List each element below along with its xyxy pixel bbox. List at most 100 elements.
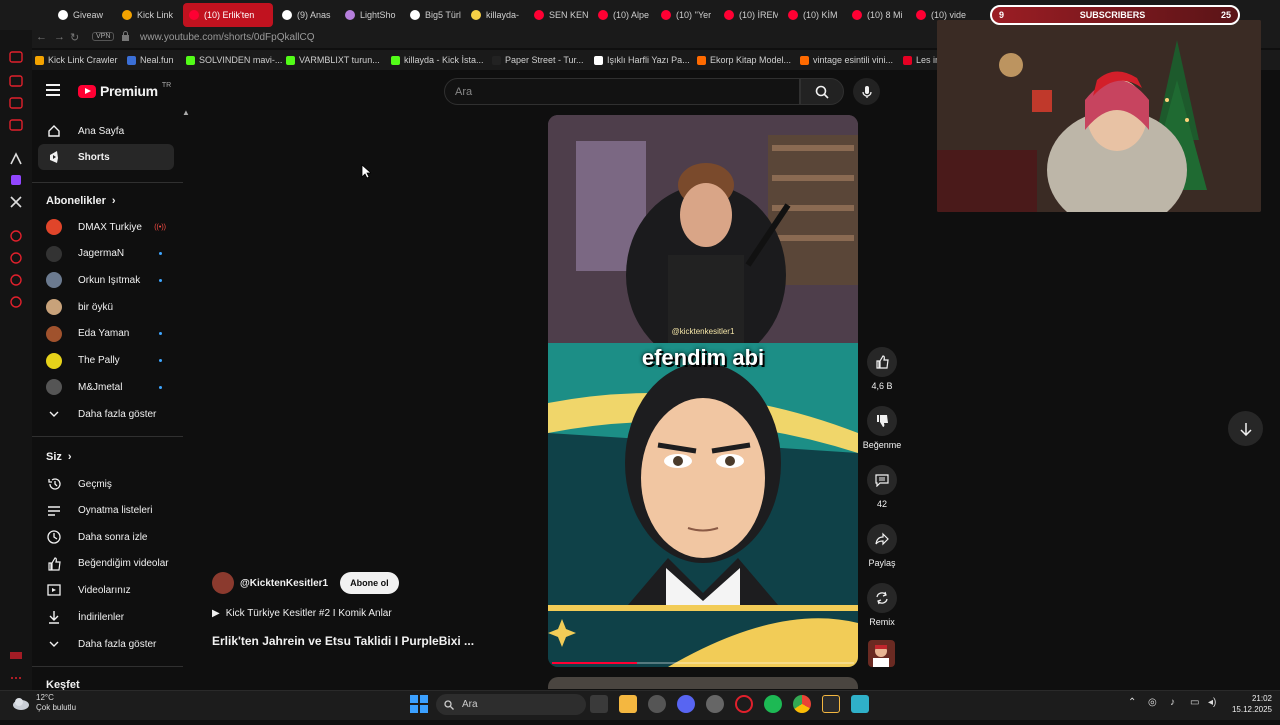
playlist-link[interactable]: ▶ Kick Türkiye Kesitler #2 I Komik Anlar — [212, 608, 392, 619]
bookmark-item[interactable]: Les in — [903, 55, 940, 65]
sidebar-item-label: İndirilenler — [78, 611, 125, 623]
show-more-you[interactable]: Daha fazla göster — [38, 631, 174, 657]
show-more-subscriptions[interactable]: Daha fazla göster — [38, 401, 174, 427]
browser-tab[interactable]: killayda- — [465, 3, 525, 27]
sidebar-item-subscription[interactable]: Orkun Işıtmak — [38, 267, 174, 293]
like-button[interactable]: 4,6 B — [862, 347, 902, 391]
temperature: 12°C — [36, 693, 54, 702]
spotify-icon[interactable] — [764, 695, 782, 713]
bookmark-item[interactable]: vintage esintili vini... — [800, 55, 893, 65]
search-input[interactable] — [445, 79, 799, 104]
next-video-button[interactable] — [1228, 411, 1263, 446]
share-icon — [875, 532, 889, 546]
bookmark-item[interactable]: Paper Street - Tur... — [492, 55, 584, 65]
sidebar-item-subscription[interactable]: The Pally — [38, 348, 174, 374]
sidebar-scroll-up-icon[interactable]: ▲ — [182, 108, 190, 117]
share-button[interactable]: Paylaş — [862, 524, 902, 568]
browser-tab[interactable]: Giveaw — [52, 3, 112, 27]
sidebar-item-subscription[interactable]: M&Jmetal — [38, 374, 174, 400]
channel-avatar-image — [46, 325, 62, 342]
video-progress-fill — [552, 662, 637, 664]
next-short-preview[interactable] — [548, 677, 858, 689]
video-progress-bar[interactable] — [552, 662, 854, 664]
subscriptions-heading[interactable]: Abonelikler › — [46, 195, 116, 207]
sidebar-item-label: Videolarınız — [78, 584, 131, 596]
tab-favicon-icon — [58, 10, 68, 20]
you-heading[interactable]: Siz › — [46, 451, 72, 463]
sidebar-item-home[interactable]: Ana Sayfa — [38, 118, 174, 144]
microphone-tray-icon[interactable]: ♪ — [1170, 697, 1175, 708]
browser-tab[interactable]: (10) 8 Mi — [846, 3, 906, 27]
youtube-premium-logo[interactable]: Premium TR — [78, 82, 171, 99]
browser-tab[interactable]: (9) Anas — [276, 3, 336, 27]
app-icon[interactable] — [822, 695, 840, 713]
video-title[interactable]: Erlik'ten Jahrein ve Etsu Taklidi I Purp… — [212, 634, 474, 648]
audio-thumbnail[interactable] — [868, 640, 895, 667]
comments-button[interactable]: 42 — [862, 465, 902, 509]
browser-tab[interactable]: LightSho — [339, 3, 399, 27]
browser-tab[interactable]: (10) Alpe — [592, 3, 652, 27]
url-text[interactable]: www.youtube.com/shorts/0dFpQkallCQ — [140, 32, 315, 43]
sidebar-item-label: Daha sonra izle — [78, 531, 148, 543]
sidebar-item-subscription[interactable]: bir öykü — [38, 294, 174, 320]
bookmark-item[interactable]: Işıklı Harfli Yazı Pa... — [594, 55, 690, 65]
sidebar-item-subscription[interactable]: JagermaN — [38, 241, 174, 267]
bookmark-item[interactable]: Kick Link Crawler — [35, 55, 118, 65]
remix-button[interactable]: Remix — [862, 583, 902, 627]
sidebar-item-liked[interactable]: Beğendiğim videolar — [38, 551, 174, 577]
notepad-icon[interactable] — [851, 695, 869, 713]
sidebar-item-watch-later[interactable]: Daha sonra izle — [38, 524, 174, 550]
tab-label: Big5 Türl — [425, 10, 461, 20]
windows-start-icon[interactable] — [410, 695, 428, 713]
vpn-badge[interactable]: VPN — [92, 32, 115, 41]
browser-tab[interactable]: (10) ''Yer — [655, 3, 715, 27]
opera-gx-icon[interactable] — [735, 695, 753, 713]
sidebar-item-subscription[interactable]: DMAX Turkiye ((•)) — [38, 214, 174, 240]
network-icon[interactable]: ◎ — [1148, 697, 1157, 708]
display-icon[interactable]: ▭ — [1190, 697, 1199, 708]
forward-icon[interactable]: → — [54, 31, 65, 43]
bookmark-item[interactable]: Ekorp Kitap Model... — [697, 55, 791, 65]
voice-search-button[interactable] — [853, 78, 880, 105]
browser-tab[interactable]: Kick Link — [116, 3, 176, 27]
channel-avatar[interactable] — [212, 572, 234, 594]
browser-tab[interactable]: (10) Erlik'ten — [183, 3, 273, 27]
settings-icon[interactable] — [648, 695, 666, 713]
search-box[interactable] — [444, 78, 800, 105]
sidebar-item-downloads[interactable]: İndirilenler — [38, 604, 174, 630]
obs-icon[interactable] — [706, 695, 724, 713]
bookmark-item[interactable]: killayda - Kick İsta... — [391, 55, 484, 65]
file-explorer-icon[interactable] — [619, 695, 637, 713]
sidebar-item-playlists[interactable]: Oynatma listeleri — [38, 498, 174, 524]
chrome-icon[interactable] — [793, 695, 811, 713]
webcam-overlay — [937, 20, 1261, 212]
dislike-button[interactable]: Beğenme — [862, 406, 902, 450]
browser-tab[interactable]: Big5 Türl — [404, 3, 464, 27]
weather-widget[interactable]: 12°C Çok bulutlu — [12, 693, 76, 713]
bookmark-favicon-icon — [186, 55, 195, 65]
task-view-icon[interactable] — [590, 695, 608, 713]
browser-tab[interactable]: SEN KEN — [528, 3, 588, 27]
bookmark-item[interactable]: SOLVINDEN mavi-... — [186, 55, 282, 65]
sidebar-item-your-videos[interactable]: Videolarınız — [38, 577, 174, 603]
subscribe-button[interactable]: Abone ol — [340, 572, 399, 594]
browser-tab[interactable]: (10) İREM — [718, 3, 778, 27]
search-button[interactable] — [800, 78, 844, 105]
back-icon[interactable]: ← — [36, 31, 47, 43]
sidebar-item-history[interactable]: Geçmiş — [38, 471, 174, 497]
tray-expand-icon[interactable]: ⌃ — [1128, 697, 1136, 708]
bookmark-item[interactable]: Neal.fun — [127, 55, 174, 65]
short-video-player[interactable]: @kicktenkesitler1 efendim abi — [548, 115, 858, 667]
channel-name[interactable]: @KicktenKesitler1 — [240, 578, 328, 589]
bookmark-item[interactable]: VARMBLIXT turun... — [286, 55, 380, 65]
discord-icon[interactable] — [677, 695, 695, 713]
taskbar-search[interactable]: Ara — [436, 694, 586, 715]
menu-icon[interactable] — [46, 84, 60, 96]
sidebar-item-shorts[interactable]: Shorts — [38, 144, 174, 170]
reload-icon[interactable]: ↻ — [70, 31, 79, 44]
system-clock[interactable]: 21:02 15.12.2025 — [1228, 693, 1272, 715]
browser-tab[interactable]: (10) KİM — [782, 3, 842, 27]
sidebar-item-label: Beğendiğim videolar — [78, 558, 169, 570]
sidebar-item-subscription[interactable]: Eda Yaman — [38, 321, 174, 347]
volume-icon[interactable]: ◂) — [1208, 697, 1216, 708]
